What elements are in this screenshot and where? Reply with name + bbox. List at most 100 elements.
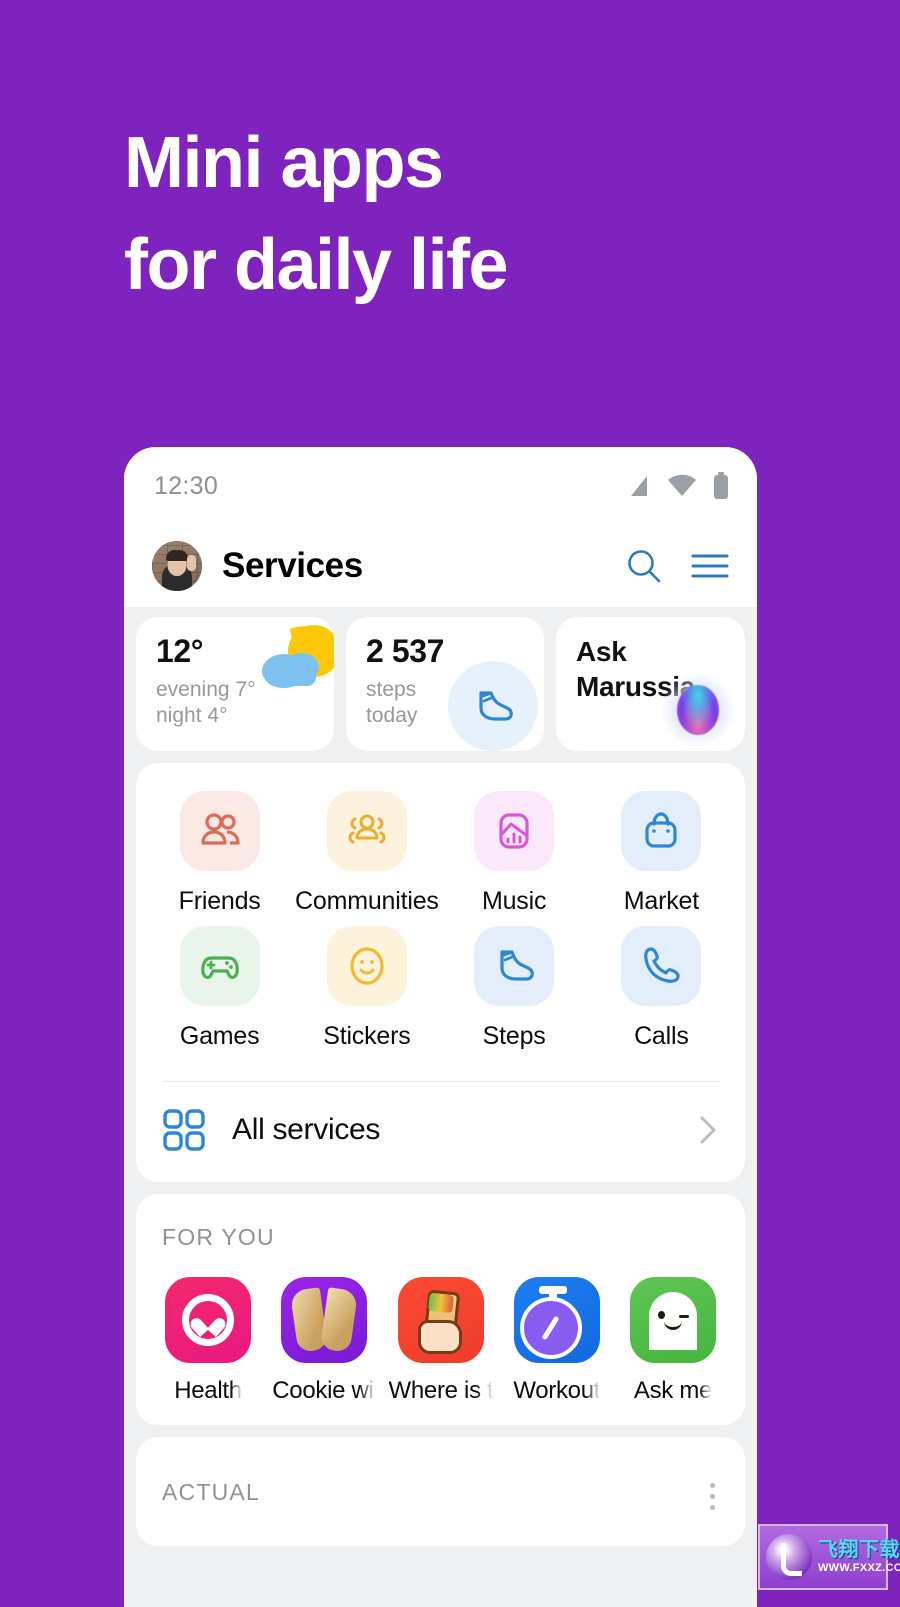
app-label: Workout (513, 1377, 601, 1404)
app-bar: Services (124, 525, 757, 607)
assistant-title-line-1: Ask (576, 636, 627, 667)
fortune-cookie-icon (281, 1277, 368, 1363)
avatar[interactable] (152, 541, 202, 591)
app-item-health[interactable]: Health (158, 1277, 258, 1405)
service-label: Calls (634, 1022, 689, 1050)
widget-row: 12° evening 7° night 4° 2 537 steps toda… (124, 607, 757, 763)
app-label: Cookie wit (272, 1377, 377, 1404)
signal-icon (631, 476, 647, 496)
steps-widget-icon-badge (448, 661, 538, 751)
actual-section-title: ACTUAL (162, 1479, 260, 1505)
shopping-bag-icon (645, 812, 677, 848)
app-label: Ask me (633, 1377, 713, 1404)
steps-widget[interactable]: 2 537 steps today (346, 617, 544, 751)
service-label: Steps (482, 1022, 546, 1050)
app-bar-actions (625, 547, 729, 585)
app-label: Health (174, 1377, 242, 1404)
assistant-widget[interactable]: Ask Marussia (556, 617, 745, 751)
for-you-section-title: FOR YOU (162, 1224, 275, 1250)
stopwatch-dial (519, 1297, 582, 1359)
services-card: Friends Communities Music Market Games S… (136, 763, 745, 1182)
service-item-games[interactable]: Games (146, 926, 293, 1051)
stopwatch-needle (541, 1315, 560, 1341)
ghost-feet (649, 1338, 697, 1350)
gamepad-icon (200, 956, 239, 979)
shoe-icon (479, 691, 513, 721)
status-bar: 12:30 (124, 447, 757, 525)
avatar-hair (166, 550, 188, 561)
fxxz-logo-icon (766, 1534, 812, 1580)
smiley-icon (350, 947, 384, 985)
for-you-card: FOR YOU Health Cookie wit Where is t Wor… (136, 1194, 745, 1425)
assistant-orb-core (677, 685, 719, 735)
friends-icon-tile (179, 791, 260, 871)
service-label: Music (481, 887, 547, 915)
phone-mockup: 12:30 Services 12° evening 7° night 4° 2… (124, 447, 757, 1607)
all-services-row[interactable]: All services (136, 1082, 745, 1182)
watermark-cn-text: 飞翔下载 (818, 1539, 900, 1561)
service-label: Market (623, 887, 699, 915)
all-services-label: All services (232, 1113, 381, 1146)
battery-icon (714, 472, 728, 499)
hero-headline-line-1: Mini apps (124, 123, 444, 203)
watermark-url-text: WWW.FXXZ.COM (818, 1562, 900, 1574)
games-icon-tile (179, 926, 260, 1006)
services-grid: Friends Communities Music Market Games S… (136, 763, 745, 1065)
service-item-calls[interactable]: Calls (588, 926, 735, 1051)
wifi-icon (668, 474, 696, 496)
shawarma-hand (417, 1320, 462, 1354)
service-label: Communities (295, 887, 439, 915)
search-icon[interactable] (625, 547, 663, 585)
hero-headline-line-2: for daily life (124, 225, 509, 306)
service-label: Friends (178, 887, 261, 915)
health-heart-shape (197, 1309, 219, 1331)
ghost-eye-wink (679, 1315, 689, 1318)
ghost-eye-left (658, 1311, 665, 1319)
sun-behind-cloud-icon (262, 625, 334, 688)
actual-card: ACTUAL (136, 1437, 745, 1546)
service-label: Games (179, 1022, 260, 1050)
service-item-steps[interactable]: Steps (441, 926, 588, 1051)
app-label: Where is t (388, 1377, 493, 1404)
market-icon-tile (621, 791, 702, 871)
health-heart-icon (165, 1277, 251, 1363)
group-people-icon (348, 814, 386, 844)
service-item-market[interactable]: Market (588, 791, 735, 916)
app-item-cookie[interactable]: Cookie wit (272, 1277, 377, 1405)
app-item-workout[interactable]: Workout (507, 1277, 607, 1405)
service-item-music[interactable]: Music (441, 791, 588, 916)
cookie-half-right (320, 1287, 359, 1353)
ghost-icon (630, 1277, 716, 1363)
music-wave-icon (499, 813, 529, 849)
stopwatch-icon (513, 1277, 600, 1363)
app-item-ask-me[interactable]: Ask me (623, 1277, 723, 1405)
watermark-text: 飞翔下载 WWW.FXXZ.COM (818, 1540, 900, 1574)
site-watermark: 飞翔下载 WWW.FXXZ.COM (758, 1524, 900, 1590)
health-ring (182, 1294, 234, 1346)
service-item-communities[interactable]: Communities (293, 791, 440, 916)
for-you-app-list: Health Cookie wit Where is t Workout Ask… (136, 1251, 745, 1425)
calls-icon-tile (621, 926, 702, 1006)
shawarma-filling (427, 1292, 454, 1314)
shoe-icon (500, 950, 534, 981)
stickers-icon-tile (326, 926, 407, 1006)
more-dot (710, 1494, 715, 1499)
status-bar-time: 12:30 (154, 471, 219, 500)
hero-headline: Mini apps for daily life (124, 112, 824, 316)
more-dot (710, 1483, 715, 1488)
music-icon-tile (474, 791, 555, 871)
weather-widget[interactable]: 12° evening 7° night 4° (136, 617, 334, 751)
steps-icon-tile (474, 926, 555, 1006)
shawarma-hand-icon (397, 1277, 484, 1363)
hamburger-menu-icon[interactable] (691, 551, 729, 581)
avatar-hand (187, 555, 196, 571)
chevron-right-icon (700, 1116, 716, 1144)
grid-squares-icon (163, 1109, 205, 1151)
page-title: Services (222, 546, 363, 585)
more-dot (710, 1505, 715, 1510)
two-people-icon (201, 813, 240, 845)
app-item-where-is[interactable]: Where is t (388, 1277, 493, 1405)
more-vertical-icon[interactable] (710, 1483, 715, 1510)
service-item-stickers[interactable]: Stickers (293, 926, 440, 1051)
service-item-friends[interactable]: Friends (146, 791, 293, 916)
